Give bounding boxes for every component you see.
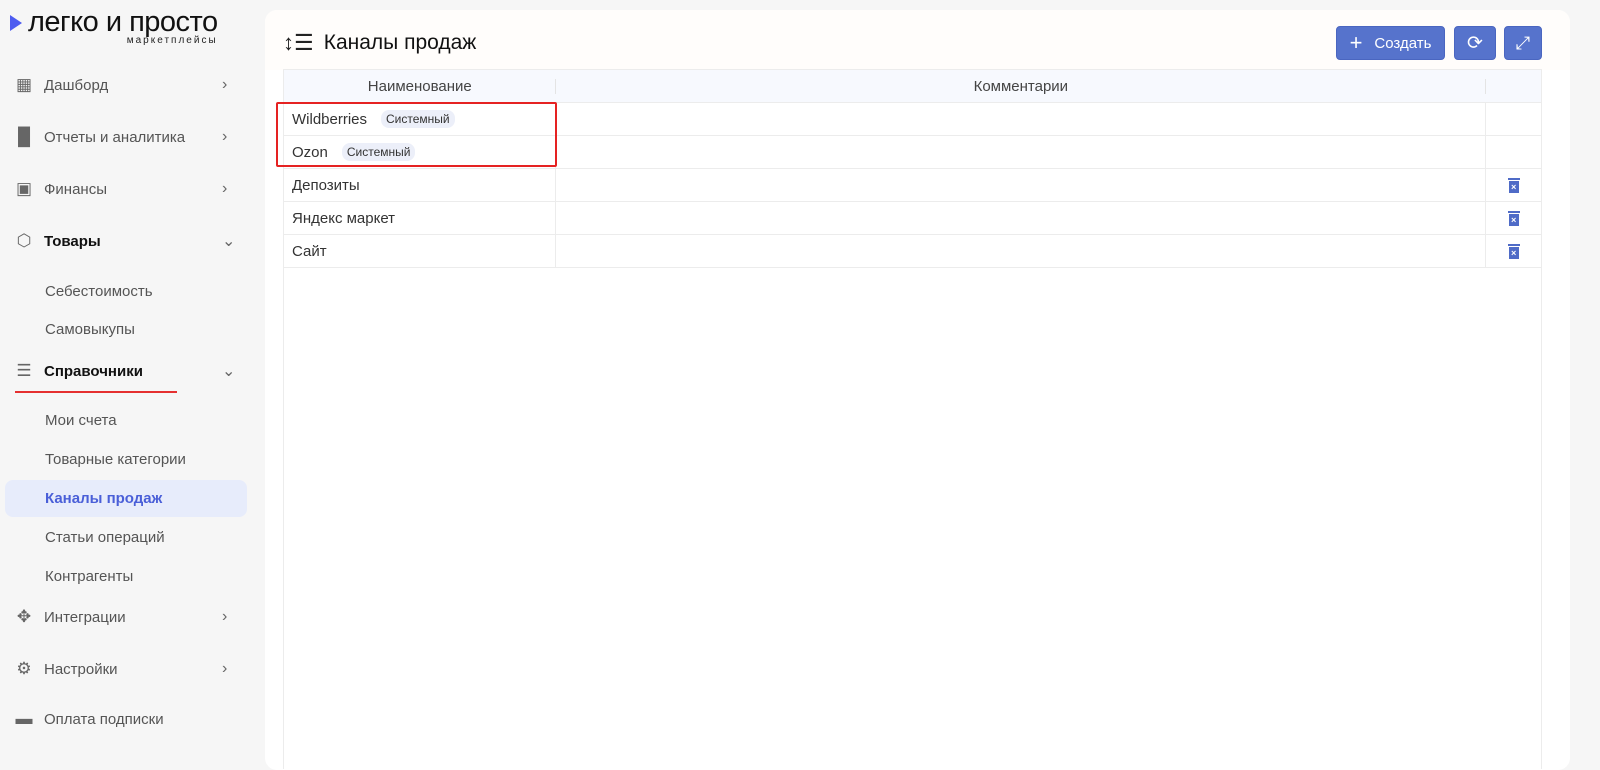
page-title-text: Каналы продаж [323,31,477,54]
money-icon: ▣ [15,179,33,198]
sidebar-item-dashboard[interactable]: ▦ Дашборд › [0,67,258,103]
chevron-right-icon: › [222,180,228,197]
column-header-name[interactable]: Наименование [284,70,556,102]
sidebar-item-finance[interactable]: ▣ Финансы › [0,171,258,207]
sidebar-item-label: Интеграции [44,608,126,626]
comment-cell [556,136,1487,168]
sidebar-item-label: Статьи операций [45,529,165,546]
sidebar-item-label: Мои счета [45,412,117,429]
sidebar-item-label: Отчеты и аналитика [44,128,186,146]
logo-mark-icon [10,14,22,31]
bar-chart-icon: ▐▌ [11,127,37,146]
header-label: Комментарии [973,77,1069,95]
chevron-right-icon: › [222,76,228,93]
comment-cell [556,103,1487,135]
table-row[interactable]: Яндекс маркет × [284,202,1541,235]
sort-list-icon: ↕☰ [283,30,314,55]
delete-icon[interactable]: × [1507,177,1520,193]
sidebar-item-label: Самовыкупы [45,321,135,338]
sidebar-subitem-cost[interactable]: Себестоимость [5,273,247,310]
chevron-down-icon: ⌄ [222,363,236,380]
header-label: Наименование [367,77,472,95]
sidebar-item-label: Справочники [44,362,143,380]
table-header: Наименование Комментарии [284,70,1541,103]
table-row[interactable]: Депозиты × [284,169,1541,202]
chevron-right-icon: › [222,608,228,625]
expand-icon: ⤢ [1515,32,1531,53]
sidebar-subitem-accounts[interactable]: Мои счета [5,402,247,439]
sidebar-item-payment[interactable]: ▬ Оплата подписки [0,701,258,737]
expand-button[interactable]: ⤢ [1504,26,1542,60]
sidebar-item-label: Товары [44,232,101,250]
channel-name: Сайт [292,242,327,260]
gear-icon: ⚙ [16,659,32,678]
sidebar-item-label: Товарные категории [45,451,186,468]
sidebar-item-settings[interactable]: ⚙ Настройки › [0,651,258,687]
chevron-right-icon: › [222,660,228,677]
sidebar-subitem-selfbuy[interactable]: Самовыкупы [5,311,247,348]
sidebar-item-reports[interactable]: ▐▌ Отчеты и аналитика › [0,119,258,155]
sidebar-item-goods[interactable]: ⬡ Товары ⌄ [0,223,258,259]
delete-icon[interactable]: × [1507,243,1520,259]
sidebar-item-label: Оплата подписки [44,710,164,728]
sidebar-subitem-channels[interactable]: Каналы продаж [5,480,247,517]
table-row[interactable]: Сайт × [284,235,1541,268]
dashboard-icon: ▦ [15,75,33,94]
sidebar-item-label: Настройки [44,660,118,678]
integrations-icon: ✥ [16,607,32,626]
column-header-comments[interactable]: Комментарии [556,70,1487,102]
sidebar-item-label: Контрагенты [45,568,134,585]
channel-name: Депозиты [292,176,360,194]
comment-cell [556,235,1487,267]
sidebar: легко и просто маркетплейсы ▦ Дашборд › ▐▌… [0,0,258,764]
sidebar-item-label: Дашборд [44,76,109,94]
logo[interactable]: легко и просто маркетплейсы [10,6,218,46]
comment-cell [556,202,1487,234]
column-header-actions [1486,70,1541,102]
sidebar-item-integrations[interactable]: ✥ Интеграции › [0,599,258,635]
channels-table: Наименование Комментарии Wildberries Сист… [283,69,1542,769]
box-icon: ⬡ [16,231,32,250]
delete-icon[interactable]: × [1507,210,1520,226]
sidebar-item-label: Себестоимость [45,283,153,300]
sidebar-item-label: Финансы [44,180,107,198]
sidebar-item-references[interactable]: ☰ Справочники ⌄ [0,353,258,389]
sidebar-item-label: Каналы продаж [45,490,163,507]
chevron-down-icon: ⌄ [222,233,236,250]
chevron-right-icon: › [222,128,228,145]
sidebar-subitem-categories[interactable]: Товарные категории [5,441,247,478]
sidebar-subitem-operations[interactable]: Статьи операций [5,519,247,556]
highlight-box-annotation [276,102,557,167]
page-title: ↕☰ Каналы продаж [283,30,476,56]
refresh-icon: ⟳ [1467,32,1483,54]
create-button[interactable]: + Создать [1336,26,1445,60]
refresh-button[interactable]: ⟳ [1454,26,1496,60]
channel-name: Яндекс маркет [292,209,396,227]
plus-icon: + [1349,30,1363,55]
list-icon: ☰ [16,361,32,380]
sidebar-subitem-contractors[interactable]: Контрагенты [5,558,247,595]
create-label: Создать [1374,34,1432,52]
red-underline-annotation [15,391,177,393]
credit-card-icon: ▬ [15,709,33,728]
comment-cell [556,169,1487,201]
